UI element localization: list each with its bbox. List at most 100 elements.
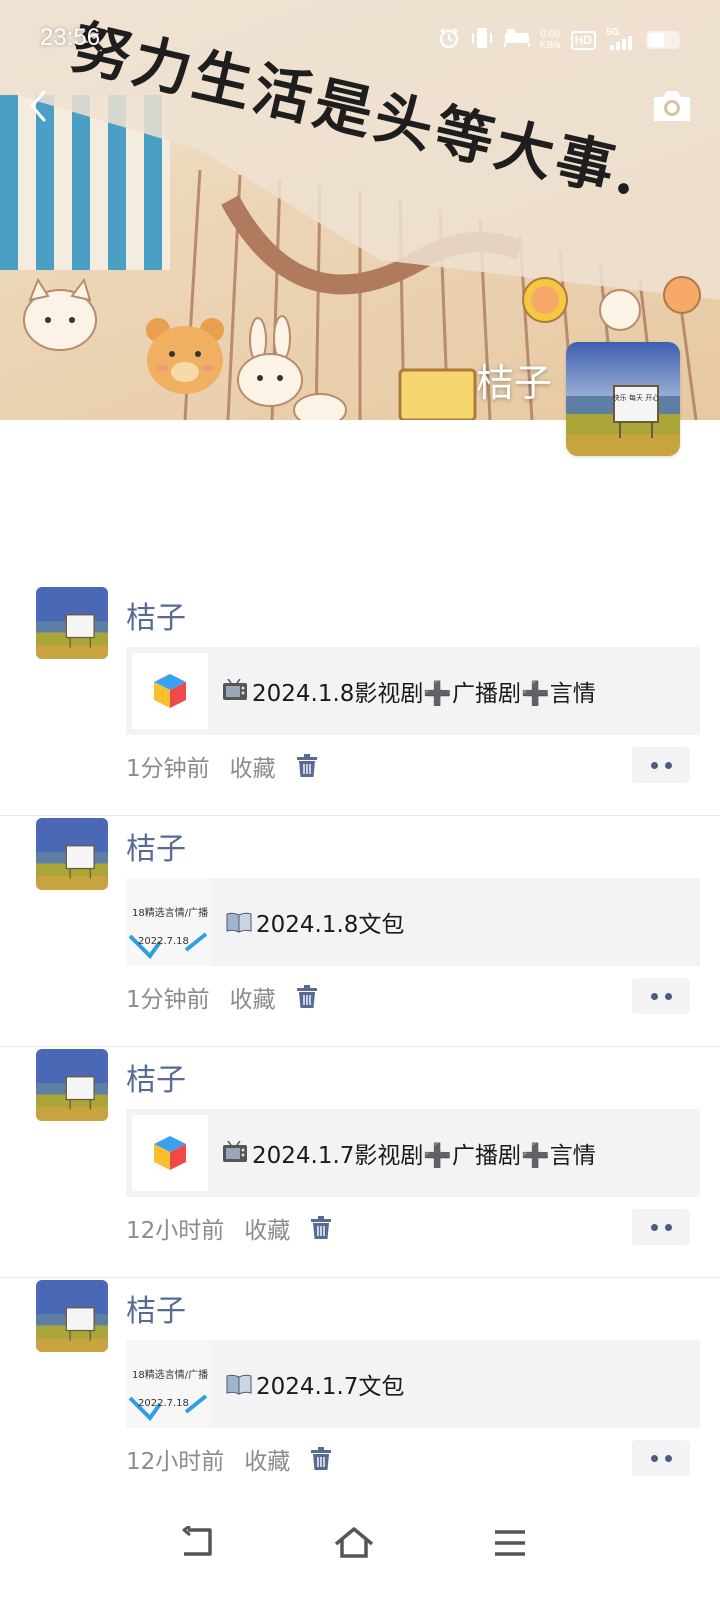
battery-icon <box>646 31 680 49</box>
delete-icon[interactable] <box>296 754 318 778</box>
post-time: 1分钟前 <box>126 756 210 782</box>
net-speed: 0.00 KB/s <box>540 29 561 51</box>
chevron-left-icon <box>30 90 46 122</box>
nav-home-button[interactable] <box>326 1518 382 1568</box>
more-dot <box>664 1223 672 1231</box>
favorite-link[interactable]: 收藏 <box>230 980 276 1014</box>
camera-icon <box>654 91 690 121</box>
post-item: 桔子 18精选言情/广播 2022.7.18 2024.1.8文包 1分钟前 收… <box>0 816 720 1047</box>
more-dot <box>650 992 658 1000</box>
post-time: 12小时前 <box>126 1218 225 1244</box>
profile-avatar[interactable]: 快乐 每天 开心 <box>566 342 680 456</box>
post-meta: 12小时前 收藏 <box>126 1441 332 1477</box>
more-dot <box>664 992 672 1000</box>
author-name[interactable]: 桔子 <box>126 1286 186 1330</box>
doc-ribbon <box>128 932 208 960</box>
link-title-text: 2024.1.8文包 <box>256 912 405 938</box>
sign-board <box>398 368 477 420</box>
post-time: 1分钟前 <box>126 987 210 1013</box>
menu-nav-icon <box>495 1530 525 1556</box>
system-nav-bar <box>0 1490 720 1600</box>
link-title: 2024.1.8文包 <box>226 905 404 939</box>
more-dot <box>650 1223 658 1231</box>
post-item: 桔子 2024.1.8影视剧➕广播剧➕言情 1分钟前 收藏 <box>0 585 720 816</box>
favorite-link[interactable]: 收藏 <box>230 749 276 783</box>
link-thumbnail: 18精选言情/广播 2022.7.18 <box>126 878 212 966</box>
link-thumbnail <box>132 653 208 729</box>
book-icon <box>226 911 252 933</box>
profile-name[interactable]: 桔子 <box>476 352 552 407</box>
nav-back-button[interactable] <box>170 1518 226 1568</box>
more-button[interactable] <box>632 978 690 1014</box>
link-title: 2024.1.7影视剧➕广播剧➕言情 <box>222 1136 596 1170</box>
link-card[interactable]: 18精选言情/广播 2022.7.18 2024.1.8文包 <box>126 878 700 966</box>
author-name[interactable]: 桔子 <box>126 593 186 637</box>
author-avatar[interactable] <box>36 587 108 659</box>
link-title: 2024.1.7文包 <box>226 1367 404 1401</box>
delete-icon[interactable] <box>296 985 318 1009</box>
link-title-text: 2024.1.8影视剧➕广播剧➕言情 <box>252 681 596 707</box>
tv-icon <box>222 679 248 703</box>
more-button[interactable] <box>632 1209 690 1245</box>
camera-button[interactable] <box>650 88 694 124</box>
cat-figure <box>23 277 97 351</box>
status-icons: 0.00 KB/s HD 5G <box>438 27 680 53</box>
delete-icon[interactable] <box>310 1216 332 1240</box>
back-button[interactable] <box>22 86 62 126</box>
avatar-image <box>36 587 108 659</box>
more-dot <box>664 761 672 769</box>
net-speed-value: 0.00 <box>540 29 560 40</box>
favorite-link[interactable]: 收藏 <box>244 1442 290 1476</box>
nav-menu-button[interactable] <box>482 1518 538 1568</box>
hd-badge: HD <box>570 30 596 50</box>
avatar-image <box>36 1280 108 1352</box>
post-time: 12小时前 <box>126 1449 225 1475</box>
post-meta: 1分钟前 收藏 <box>126 748 318 784</box>
post-feed: 桔子 2024.1.8影视剧➕广播剧➕言情 1分钟前 收藏 桔子 18精选言情/… <box>0 585 720 1509</box>
post-item: 桔子 2024.1.7影视剧➕广播剧➕言情 12小时前 收藏 <box>0 1047 720 1278</box>
link-thumbnail: 18精选言情/广播 2022.7.18 <box>126 1340 212 1428</box>
signal-icon: 5G <box>606 27 636 51</box>
link-title-text: 2024.1.7文包 <box>256 1374 405 1400</box>
more-dot <box>650 1454 658 1462</box>
small-cat-figure <box>293 393 347 420</box>
link-title: 2024.1.8影视剧➕广播剧➕言情 <box>222 674 596 708</box>
tv-icon <box>222 1141 248 1165</box>
cube-icon <box>154 1136 186 1170</box>
thumb-date: 2022.7.18 <box>138 1398 189 1409</box>
more-button[interactable] <box>632 1440 690 1476</box>
link-card[interactable]: 18精选言情/广播 2022.7.18 2024.1.7文包 <box>126 1340 700 1428</box>
avatar-sign-text: 快乐 每天 开心 <box>613 393 659 402</box>
delete-icon[interactable] <box>310 1447 332 1471</box>
link-card[interactable]: 2024.1.8影视剧➕广播剧➕言情 <box>126 647 700 735</box>
author-avatar[interactable] <box>36 1049 108 1121</box>
net-speed-unit: KB/s <box>539 40 561 51</box>
alarm-icon <box>438 27 460 53</box>
back-nav-icon <box>182 1526 212 1556</box>
cube-icon <box>154 674 186 708</box>
avatar-image <box>36 818 108 890</box>
link-card[interactable]: 2024.1.7影视剧➕广播剧➕言情 <box>126 1109 700 1197</box>
more-dot <box>664 1454 672 1462</box>
avatar-image <box>36 1049 108 1121</box>
post-meta: 12小时前 收藏 <box>126 1210 332 1246</box>
author-name[interactable]: 桔子 <box>126 1055 186 1099</box>
link-thumbnail <box>132 1115 208 1191</box>
thumb-date: 2022.7.18 <box>138 936 189 947</box>
sleep-mode-icon <box>503 28 530 52</box>
bear-figure <box>146 318 224 394</box>
author-avatar[interactable] <box>36 1280 108 1352</box>
status-time: 23:56 <box>40 24 101 51</box>
more-button[interactable] <box>632 747 690 783</box>
avatar-image: 快乐 每天 开心 <box>566 342 680 456</box>
book-icon <box>226 1373 252 1395</box>
post-item: 桔子 18精选言情/广播 2022.7.18 2024.1.7文包 12小时前 … <box>0 1278 720 1509</box>
home-nav-icon <box>334 1527 374 1558</box>
doc-ribbon <box>128 1394 208 1422</box>
author-name[interactable]: 桔子 <box>126 824 186 868</box>
link-title-text: 2024.1.7影视剧➕广播剧➕言情 <box>252 1143 596 1169</box>
more-dot <box>650 761 658 769</box>
post-meta: 1分钟前 收藏 <box>126 979 318 1015</box>
favorite-link[interactable]: 收藏 <box>244 1211 290 1245</box>
author-avatar[interactable] <box>36 818 108 890</box>
